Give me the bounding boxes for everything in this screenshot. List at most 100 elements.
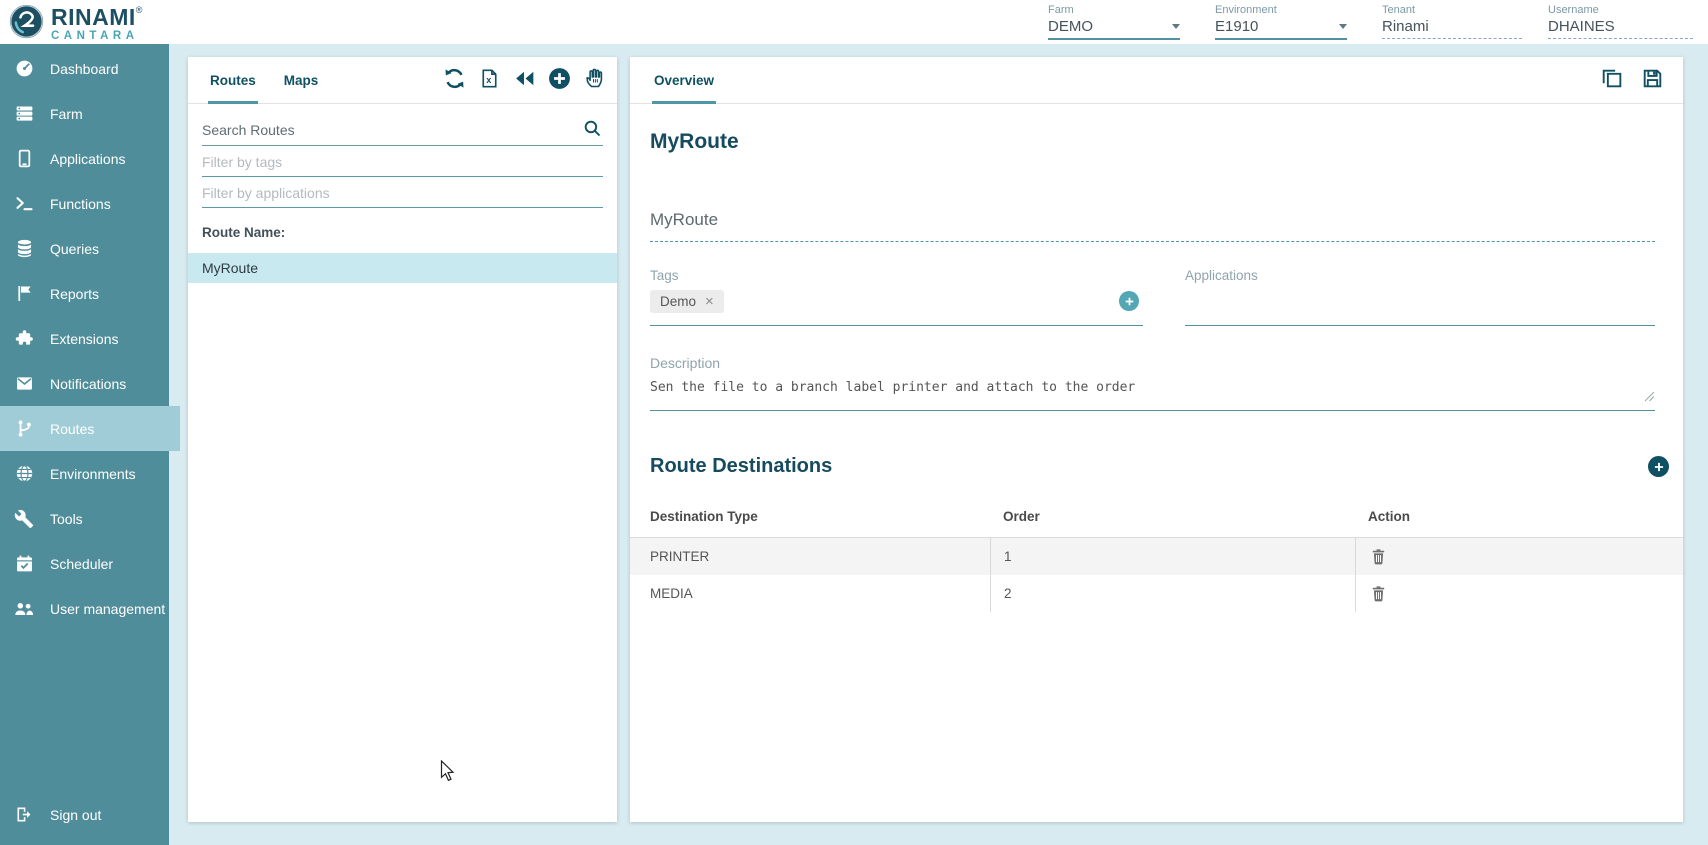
- description-value[interactable]: Sen the file to a branch label printer a…: [650, 380, 1655, 395]
- tab-routes-label: Routes: [210, 73, 256, 88]
- sidebar-item-reports[interactable]: Reports: [0, 271, 169, 316]
- refresh-button[interactable]: [440, 66, 469, 95]
- sidebar-item-notifications[interactable]: Notifications: [0, 361, 169, 406]
- username-label: Username: [1548, 4, 1693, 16]
- tab-routes[interactable]: Routes: [196, 57, 270, 103]
- chip-remove-icon[interactable]: ×: [705, 294, 714, 309]
- sidebar-item-label: Dashboard: [50, 61, 119, 77]
- tags-label: Tags: [650, 268, 1143, 283]
- destinations-heading: Route Destinations: [650, 455, 832, 478]
- sidebar-item-applications[interactable]: Applications: [0, 136, 169, 181]
- farm-select[interactable]: Farm DEMO: [1048, 4, 1180, 40]
- sidebar-item-queries[interactable]: Queries: [0, 226, 169, 271]
- tags-apps-row: Tags Demo × Applications: [650, 268, 1655, 326]
- users-icon: [13, 598, 35, 620]
- sidebar: Dashboard Farm Applications Functions Qu…: [0, 44, 169, 845]
- tab-maps-label: Maps: [284, 73, 319, 88]
- copy-button[interactable]: [1597, 66, 1626, 95]
- detail-toolbar: [1597, 57, 1667, 104]
- hand-icon: [583, 66, 607, 95]
- sidebar-item-extensions[interactable]: Extensions: [0, 316, 169, 361]
- brand: RINAMI® CANTARA: [8, 3, 142, 45]
- export-excel-icon: x: [478, 67, 501, 95]
- cell-order: 1: [990, 538, 1355, 575]
- environment-value: E1910: [1215, 18, 1258, 35]
- sidebar-item-functions[interactable]: Functions: [0, 181, 169, 226]
- rewind-button[interactable]: [510, 66, 539, 95]
- resize-handle-icon[interactable]: [1644, 389, 1655, 407]
- applications-field[interactable]: Applications: [1185, 268, 1655, 326]
- environment-select[interactable]: Environment E1910: [1215, 4, 1347, 40]
- delete-destination-button[interactable]: [1369, 547, 1388, 566]
- globe-icon: [13, 463, 35, 485]
- tenant-value: Rinami: [1382, 18, 1429, 35]
- brand-subtitle: CANTARA: [51, 31, 142, 43]
- brand-text: RINAMI® CANTARA: [51, 6, 142, 43]
- sidebar-item-routes[interactable]: Routes: [0, 406, 180, 451]
- brand-title: RINAMI: [51, 4, 136, 30]
- wrench-icon: [13, 508, 35, 530]
- sidebar-item-label: Routes: [50, 421, 94, 437]
- route-branch-icon: [13, 418, 35, 440]
- terminal-icon: [13, 193, 35, 215]
- sidebar-item-tools[interactable]: Tools: [0, 496, 169, 541]
- search-routes-row: [202, 117, 603, 146]
- route-detail-panel: Overview MyRoute MyRoute Tags Demo ×: [630, 57, 1683, 822]
- detail-tabrow: Overview: [630, 57, 1683, 104]
- column-header-destination-type: Destination Type: [630, 509, 990, 524]
- sidebar-item-label: Farm: [50, 106, 83, 122]
- detail-body: MyRoute MyRoute Tags Demo × Applications…: [630, 130, 1683, 612]
- registered-mark: ®: [136, 5, 143, 15]
- sidebar-item-dashboard[interactable]: Dashboard: [0, 46, 169, 91]
- sidebar-item-label: Queries: [50, 241, 99, 257]
- sidebar-item-farm[interactable]: Farm: [0, 91, 169, 136]
- add-tag-button[interactable]: [1119, 291, 1139, 311]
- farm-label: Farm: [1048, 4, 1180, 16]
- app-canvas: RINAMI® CANTARA Farm DEMO Environment E1…: [0, 0, 1708, 845]
- database-icon: [13, 238, 35, 260]
- delete-destination-button[interactable]: [1369, 584, 1388, 603]
- tab-overview[interactable]: Overview: [640, 57, 728, 103]
- environment-label: Environment: [1215, 4, 1347, 16]
- sign-out-button[interactable]: Sign out: [0, 792, 169, 837]
- route-list-item-selected[interactable]: MyRoute: [188, 253, 617, 283]
- export-excel-button[interactable]: x: [475, 66, 504, 95]
- rewind-icon: [512, 66, 537, 96]
- route-list-item-label: MyRoute: [202, 260, 258, 276]
- add-circle-icon: [547, 66, 572, 96]
- sidebar-item-label: Extensions: [50, 331, 118, 347]
- search-routes-input[interactable]: [202, 117, 603, 146]
- add-route-button[interactable]: [545, 66, 574, 95]
- add-destination-button[interactable]: [1648, 456, 1669, 477]
- filter-tags-row: [202, 146, 603, 177]
- sidebar-item-label: Applications: [50, 151, 126, 167]
- flag-icon: [13, 283, 35, 305]
- route-list-header: Route Name:: [202, 225, 603, 240]
- search-icon[interactable]: [582, 118, 603, 144]
- tenant-field: Tenant Rinami: [1382, 4, 1522, 39]
- destinations-table: Destination Type Order Action PRINTER 1 …: [630, 500, 1683, 612]
- sidebar-item-label: Environments: [50, 466, 136, 482]
- route-name-field[interactable]: MyRoute: [650, 210, 1655, 242]
- tab-maps[interactable]: Maps: [270, 57, 333, 103]
- save-icon: [1640, 66, 1665, 96]
- route-name-value: MyRoute: [650, 210, 718, 229]
- username-field: Username DHAINES: [1548, 4, 1693, 39]
- top-header: RINAMI® CANTARA Farm DEMO Environment E1…: [0, 0, 1708, 44]
- brand-logo-icon: [8, 3, 45, 45]
- sidebar-item-label: Scheduler: [50, 556, 113, 572]
- dashboard-icon: [13, 58, 35, 80]
- chevron-down-icon: [1172, 24, 1180, 29]
- sidebar-item-user-management[interactable]: User management: [0, 586, 169, 631]
- sidebar-item-scheduler[interactable]: Scheduler: [0, 541, 169, 586]
- filter-tags-input[interactable]: [202, 146, 603, 177]
- cell-destination-type: MEDIA: [630, 575, 990, 612]
- routes-toolbar: x: [440, 57, 609, 104]
- farm-value: DEMO: [1048, 18, 1093, 35]
- save-button[interactable]: [1638, 66, 1667, 95]
- filter-applications-input[interactable]: [202, 177, 603, 208]
- sidebar-item-label: Functions: [50, 196, 111, 212]
- pan-button[interactable]: [580, 66, 609, 95]
- sidebar-item-environments[interactable]: Environments: [0, 451, 169, 496]
- puzzle-icon: [13, 328, 35, 350]
